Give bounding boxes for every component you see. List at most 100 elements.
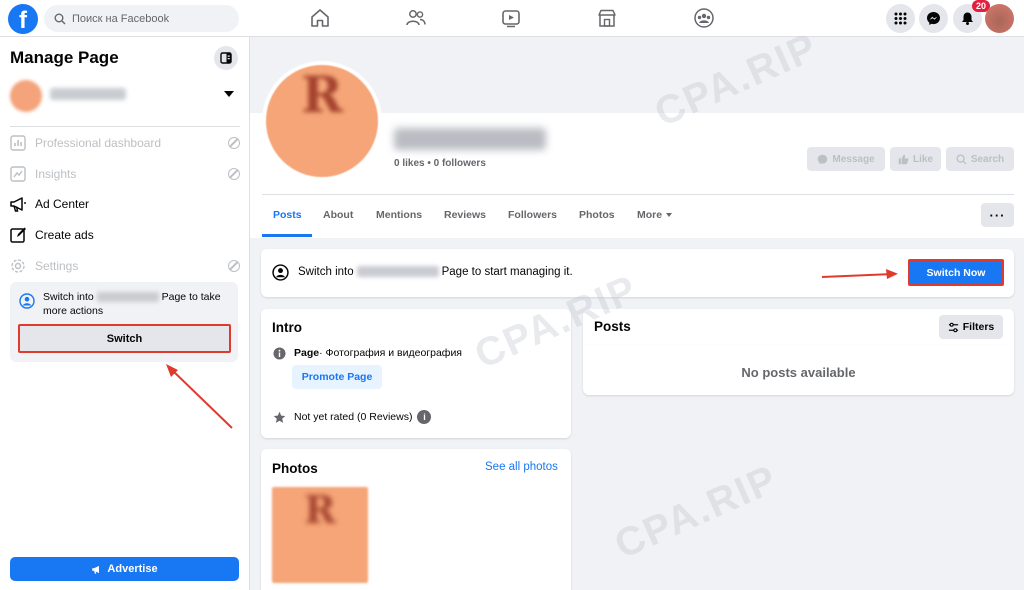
posts-header-card: Posts Filters [583, 309, 1014, 345]
tab-more-label: More [637, 209, 663, 221]
sidebar-title: Manage Page [10, 48, 119, 67]
watermark: CPA.RIP [608, 456, 785, 568]
switch-profile-icon [19, 293, 35, 309]
top-navigation-bar: f Поиск на Facebook 20 [0, 0, 1024, 37]
advertise-button[interactable]: Advertise [10, 557, 239, 581]
tab-about[interactable]: About [323, 209, 353, 221]
posts-feed: No posts available [583, 345, 1014, 395]
search-page-button-label: Search [970, 153, 1005, 165]
megaphone-icon [92, 565, 100, 574]
posts-title: Posts [594, 319, 631, 334]
rating-row: Not yet rated (0 Reviews) i [272, 410, 432, 424]
advertise-button-label: Advertise [107, 563, 158, 575]
megaphone-icon [8, 194, 28, 214]
menu-grid-icon[interactable] [886, 4, 915, 33]
switch-banner-suffix: Page to start managing it. [441, 266, 573, 278]
sidebar-item-label: Insights [35, 167, 77, 181]
star-icon [272, 410, 286, 424]
intro-card: Intro Page · Фотография и видеография Pr… [261, 309, 571, 438]
tab-reviews[interactable]: Reviews [444, 209, 486, 221]
tab-photos[interactable]: Photos [579, 209, 615, 221]
switch-profile-icon [272, 264, 289, 281]
messenger-icon[interactable] [919, 4, 948, 33]
home-icon[interactable] [309, 7, 331, 29]
page-avatar[interactable] [10, 80, 42, 112]
tab-mentions[interactable]: Mentions [376, 209, 422, 221]
manage-page-sidebar: Manage Page Professional dashboard Insig… [0, 37, 250, 590]
no-posts-message: No posts available [741, 365, 856, 380]
collapse-sidebar-button[interactable] [214, 46, 238, 70]
disabled-icon [228, 168, 240, 180]
switch-button[interactable]: Switch [18, 324, 231, 353]
page-name-blurred[interactable] [50, 88, 126, 100]
promote-page-button[interactable]: Promote Page [292, 365, 382, 389]
avatar-letter: R [301, 65, 343, 124]
photo-thumbnail[interactable]: R [272, 487, 368, 583]
page-profile-picture[interactable]: R [262, 61, 382, 181]
intro-title: Intro [272, 320, 302, 335]
photo-letter: R [304, 487, 336, 532]
photos-title: Photos [272, 461, 318, 476]
sidebar-item-label: Settings [35, 259, 79, 273]
dashboard-icon [8, 133, 28, 153]
search-placeholder: Поиск на Facebook [72, 12, 170, 25]
like-button-label: Like [912, 153, 933, 165]
page-category: Page · Фотография и видеография [272, 346, 462, 360]
info-icon[interactable]: i [417, 410, 432, 424]
switch-banner-prefix: Switch into [298, 266, 354, 278]
sidebar-item-label: Ad Center [35, 197, 90, 211]
page-name-blurred [394, 128, 546, 150]
category-text: · Фотография и видеография [319, 347, 462, 359]
rating-text: Not yet rated (0 Reviews) [294, 411, 413, 423]
more-options-button[interactable]: ··· [981, 203, 1014, 227]
sliders-icon [948, 322, 958, 332]
category-label: Page [294, 347, 320, 359]
sidebar-divider [10, 126, 240, 127]
search-icon [54, 13, 66, 24]
sidebar-item-create-ads[interactable]: Create ads [8, 221, 242, 249]
tab-more[interactable]: More [637, 209, 673, 221]
see-all-photos-link[interactable]: See all photos [485, 461, 558, 473]
disabled-icon [228, 260, 240, 272]
page-selector-caret-icon[interactable] [224, 91, 234, 97]
search-page-button[interactable]: Search [946, 147, 1014, 171]
filters-button[interactable]: Filters [939, 315, 1003, 339]
sidebar-item-settings[interactable]: Settings [8, 252, 242, 280]
thumbs-up-icon [898, 154, 909, 164]
sidebar-item-label: Professional dashboard [35, 136, 162, 150]
page-stats: 0 likes • 0 followers [394, 158, 486, 169]
watch-icon[interactable] [500, 7, 522, 29]
tab-followers[interactable]: Followers [508, 209, 557, 221]
insights-icon [8, 164, 28, 184]
chevron-down-icon [666, 213, 673, 218]
sidebar-toggle-icon [220, 52, 232, 64]
switch-banner: Switch into Page to start managing it. Sw… [261, 249, 1014, 297]
like-button[interactable]: Like [890, 147, 941, 171]
switch-prompt-text: Switch into Page to take more actions [43, 290, 233, 318]
message-button-label: Message [832, 153, 875, 165]
info-icon [272, 346, 286, 360]
gear-icon [8, 256, 28, 276]
photos-card: Photos See all photos R [261, 449, 571, 590]
pencil-icon [8, 225, 28, 245]
facebook-logo-icon[interactable]: f [8, 4, 38, 34]
ellipsis-icon: ··· [989, 207, 1006, 223]
sidebar-item-professional-dashboard[interactable]: Professional dashboard [8, 129, 242, 157]
groups-icon[interactable] [693, 7, 715, 29]
sidebar-item-insights[interactable]: Insights [8, 160, 242, 188]
switch-prompt-prefix: Switch into [43, 291, 94, 303]
friends-icon[interactable] [405, 7, 427, 29]
switch-banner-text: Switch into Page to start managing it. [298, 266, 573, 278]
search-icon [956, 153, 967, 165]
search-box[interactable]: Поиск на Facebook [44, 5, 239, 32]
sidebar-item-ad-center[interactable]: Ad Center [8, 190, 242, 218]
disabled-icon [228, 137, 240, 149]
marketplace-icon[interactable] [596, 7, 618, 29]
messenger-icon [818, 154, 828, 164]
filters-button-label: Filters [962, 321, 995, 333]
tab-posts[interactable]: Posts [273, 209, 302, 221]
page-name-blurred [96, 292, 159, 303]
switch-now-button[interactable]: Switch Now [908, 259, 1004, 286]
message-button[interactable]: Message [807, 147, 885, 171]
account-avatar[interactable] [985, 4, 1014, 33]
